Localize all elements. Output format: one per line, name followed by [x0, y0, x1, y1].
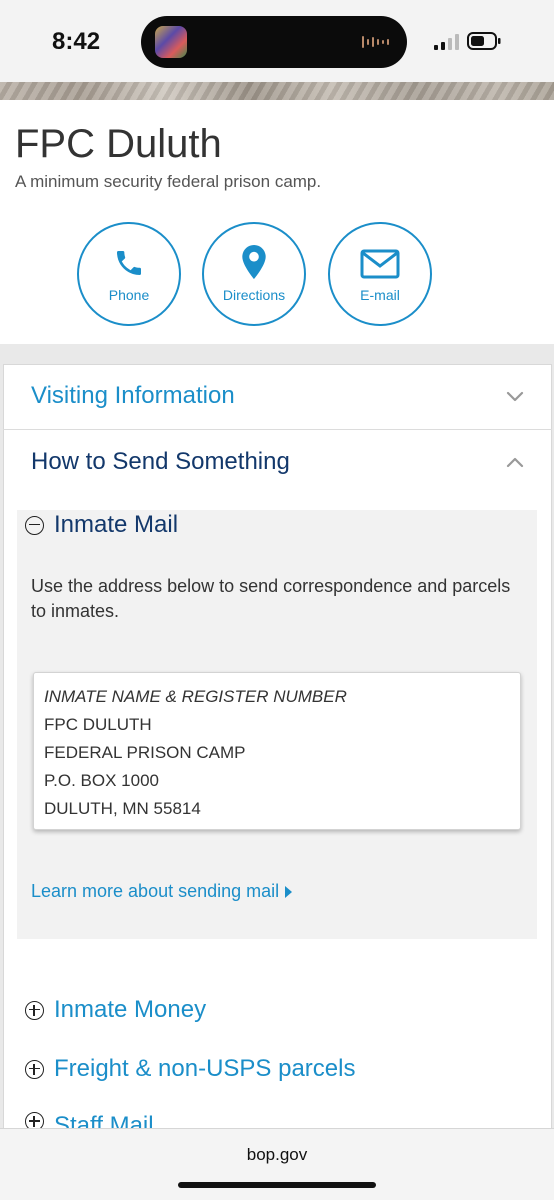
minus-circle-icon — [25, 515, 44, 535]
address-line: DULUTH, MN 55814 — [44, 799, 201, 818]
cellular-signal-icon — [434, 34, 459, 50]
learn-more-label: Learn more about sending mail — [31, 881, 280, 901]
plus-circle-icon — [25, 1059, 44, 1079]
phone-label: Phone — [108, 287, 150, 303]
page-subtitle: A minimum security federal prison camp. — [15, 172, 322, 191]
page-title: FPC Duluth — [15, 122, 222, 166]
browser-address-bar[interactable]: bop.gov — [0, 1128, 554, 1200]
freight-heading: Freight & non-USPS parcels — [54, 1055, 356, 1082]
accordion-send-label: How to Send Something — [31, 448, 290, 475]
hero-image — [0, 82, 554, 100]
caret-right-icon — [285, 885, 293, 898]
accordion-visiting-label: Visiting Information — [31, 382, 235, 409]
plus-circle-icon — [25, 1000, 44, 1020]
accordion-visiting-information[interactable]: Visiting Information — [3, 364, 552, 430]
inmate-mail-description: Use the address below to send correspond… — [31, 576, 511, 621]
inmate-money-toggle[interactable]: Inmate Money — [25, 996, 206, 1024]
status-time: 8:42 — [52, 28, 101, 55]
url-text[interactable]: bop.gov — [0, 1145, 554, 1165]
inmate-mail-toggle[interactable]: Inmate Mail — [25, 511, 178, 539]
chevron-up-icon — [506, 457, 524, 468]
status-bar: 8:42 — [0, 0, 554, 82]
directions-label: Directions — [222, 287, 286, 303]
address-line: INMATE NAME & REGISTER NUMBER — [44, 687, 347, 706]
address-line: FPC DULUTH — [44, 715, 152, 734]
dynamic-island[interactable] — [141, 16, 407, 68]
home-indicator[interactable] — [178, 1182, 376, 1188]
envelope-icon — [360, 245, 400, 279]
email-label: E-mail — [360, 287, 400, 303]
battery-icon — [467, 32, 501, 50]
chevron-down-icon — [506, 391, 524, 402]
address-line: FEDERAL PRISON CAMP — [44, 743, 246, 762]
phone-icon — [113, 245, 145, 279]
accordion-how-to-send[interactable]: How to Send Something — [3, 430, 552, 496]
audio-waveform-icon — [362, 36, 389, 48]
freight-toggle[interactable]: Freight & non-USPS parcels — [25, 1055, 355, 1083]
mailing-address-box: INMATE NAME & REGISTER NUMBER FPC DULUTH… — [33, 672, 521, 830]
email-button[interactable]: E-mail — [328, 222, 432, 326]
inmate-mail-heading: Inmate Mail — [54, 511, 179, 538]
directions-button[interactable]: Directions — [202, 222, 306, 326]
now-playing-artwork — [155, 26, 187, 58]
learn-more-mail-link[interactable]: Learn more about sending mail — [31, 881, 293, 902]
inmate-money-heading: Inmate Money — [54, 996, 207, 1023]
address-line: P.O. BOX 1000 — [44, 771, 159, 790]
phone-button[interactable]: Phone — [77, 222, 181, 326]
map-pin-icon — [241, 245, 267, 279]
